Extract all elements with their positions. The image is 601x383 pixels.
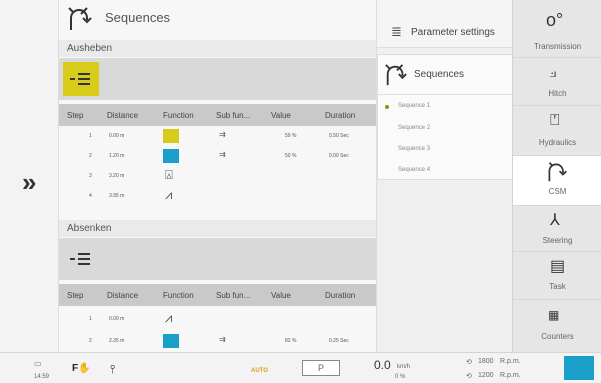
hitch-icon: ⟓ [549, 64, 557, 81]
table-row[interactable]: 3 3.20 m ⍓ [59, 166, 377, 186]
sequence-lines-icon [70, 253, 90, 265]
section-lower-label: Absenken [59, 220, 377, 237]
col-subfunction: Sub fun... [216, 111, 251, 120]
list-settings-icon: ≣ [391, 24, 402, 39]
auto-mode: AUTO [251, 368, 268, 374]
rpm-icon: ⟲ [466, 373, 472, 380]
transmission-icon: o° [546, 10, 564, 30]
slip-value: 0 % [395, 374, 406, 380]
rpm-unit-1: R.p.m. [500, 358, 521, 365]
sequence-lines-icon [70, 73, 90, 85]
function-valve-icon [163, 129, 179, 143]
axle-icon[interactable]: ⫯ [110, 362, 115, 377]
table-row[interactable]: 1 0.00 m ⇉ 59 % 0.50 Sec [59, 126, 377, 146]
sequence-popup: Sequences Sequence 1 Sequence 2 Sequence… [377, 54, 513, 180]
screen: » Sequences Ausheben Step Distance Funct… [0, 0, 601, 383]
tab-csm[interactable]: CSM [513, 156, 601, 206]
speed-unit: km/h [397, 364, 411, 370]
raise-sequence-button[interactable] [63, 62, 99, 96]
parameter-panel: ≣ Parameter settings Sequences Sequence … [376, 0, 513, 352]
popup-title: Sequences [414, 69, 465, 80]
hitch-status-button[interactable] [564, 356, 594, 380]
popup-item-sequence-1[interactable]: Sequence 1 [398, 103, 430, 109]
table-row[interactable]: 1 0.00 m ⩘ [59, 309, 377, 329]
title-bar: Sequences [59, 0, 377, 40]
hand-throttle-icon[interactable]: F✋ [72, 363, 91, 374]
popup-header: Sequences [378, 55, 512, 95]
subfunction-icon: ⇉ [219, 150, 226, 159]
main-panel: Sequences Ausheben Step Distance Functio… [58, 0, 377, 352]
rpm-icon: ⟲ [466, 359, 472, 366]
rpm-value-1: 1800 [478, 358, 494, 365]
table-row[interactable]: 4 3.95 m ⩘ [59, 186, 377, 206]
subfunction-icon: ⇉ [219, 335, 226, 344]
col-value: Value [271, 111, 291, 120]
task-icon: ▤ [550, 258, 566, 275]
function-valve-icon [163, 149, 179, 163]
battery-icon: ▭ [34, 359, 42, 368]
counters-icon: ▦ [548, 308, 560, 322]
left-gutter: » [0, 0, 58, 352]
col-function: Function [163, 111, 194, 120]
table-row[interactable]: 2 2.35 m ⇉ 83 % 0.25 Sec [59, 331, 377, 351]
drop-icon: ⩘ [165, 187, 173, 202]
tab-counters[interactable]: ▦ Counters [513, 300, 601, 352]
speed-value: 0.0 [374, 358, 391, 372]
sequence-icon [68, 7, 92, 30]
tab-bar: o° Transmission ⟓ Hitch ⍞ Hydraulics CSM… [512, 0, 601, 352]
status-bar: ▭ 14:59 F✋ ⫯ AUTO P 0.0 km/h 0 % ⟲ 1800 … [0, 352, 601, 383]
sequence-icon [548, 162, 567, 182]
tab-task[interactable]: ▤ Task [513, 252, 601, 300]
subfunction-icon: ⇉ [219, 130, 226, 139]
lift-icon: ⍓ [165, 167, 173, 182]
tab-hitch[interactable]: ⟓ Hitch [513, 58, 601, 106]
raise-table-header: Step Distance Function Sub fun... Value … [59, 104, 377, 126]
selected-dot [385, 105, 389, 109]
gear-display: P [302, 360, 340, 376]
hydraulics-icon: ⍞ [550, 112, 560, 129]
rpm-value-2: 1200 [478, 372, 494, 379]
rpm-unit-2: R.p.m. [500, 372, 521, 379]
expand-panel-icon[interactable]: » [22, 169, 36, 195]
section-raise-label: Ausheben [59, 40, 377, 57]
lower-table-header: Step Distance Function Sub fun... Value … [59, 284, 377, 306]
drop-icon: ⩘ [165, 310, 173, 325]
steering-icon: ⅄ [550, 212, 560, 229]
col-step: Step [67, 111, 84, 120]
function-valve-icon [163, 334, 179, 348]
popup-item-sequence-4[interactable]: Sequence 4 [398, 167, 430, 173]
col-duration: Duration [325, 111, 356, 120]
lower-sequence-button[interactable] [63, 242, 99, 276]
tab-hydraulics[interactable]: ⍞ Hydraulics [513, 106, 601, 156]
sequence-icon [385, 64, 407, 86]
raise-action-bar [59, 58, 377, 100]
lower-action-bar [59, 238, 377, 280]
page-title: Sequences [105, 10, 171, 25]
parameter-settings-button[interactable]: ≣ Parameter settings [377, 0, 513, 48]
clock: 14:59 [34, 374, 50, 380]
col-distance: Distance [107, 111, 139, 120]
table-row[interactable]: 2 1.20 m ⇉ 50 % 0.00 Sec [59, 146, 377, 166]
popup-item-sequence-3[interactable]: Sequence 3 [398, 146, 430, 152]
tab-steering[interactable]: ⅄ Steering [513, 206, 601, 252]
tab-transmission[interactable]: o° Transmission [513, 0, 601, 58]
popup-item-sequence-2[interactable]: Sequence 2 [398, 125, 430, 131]
